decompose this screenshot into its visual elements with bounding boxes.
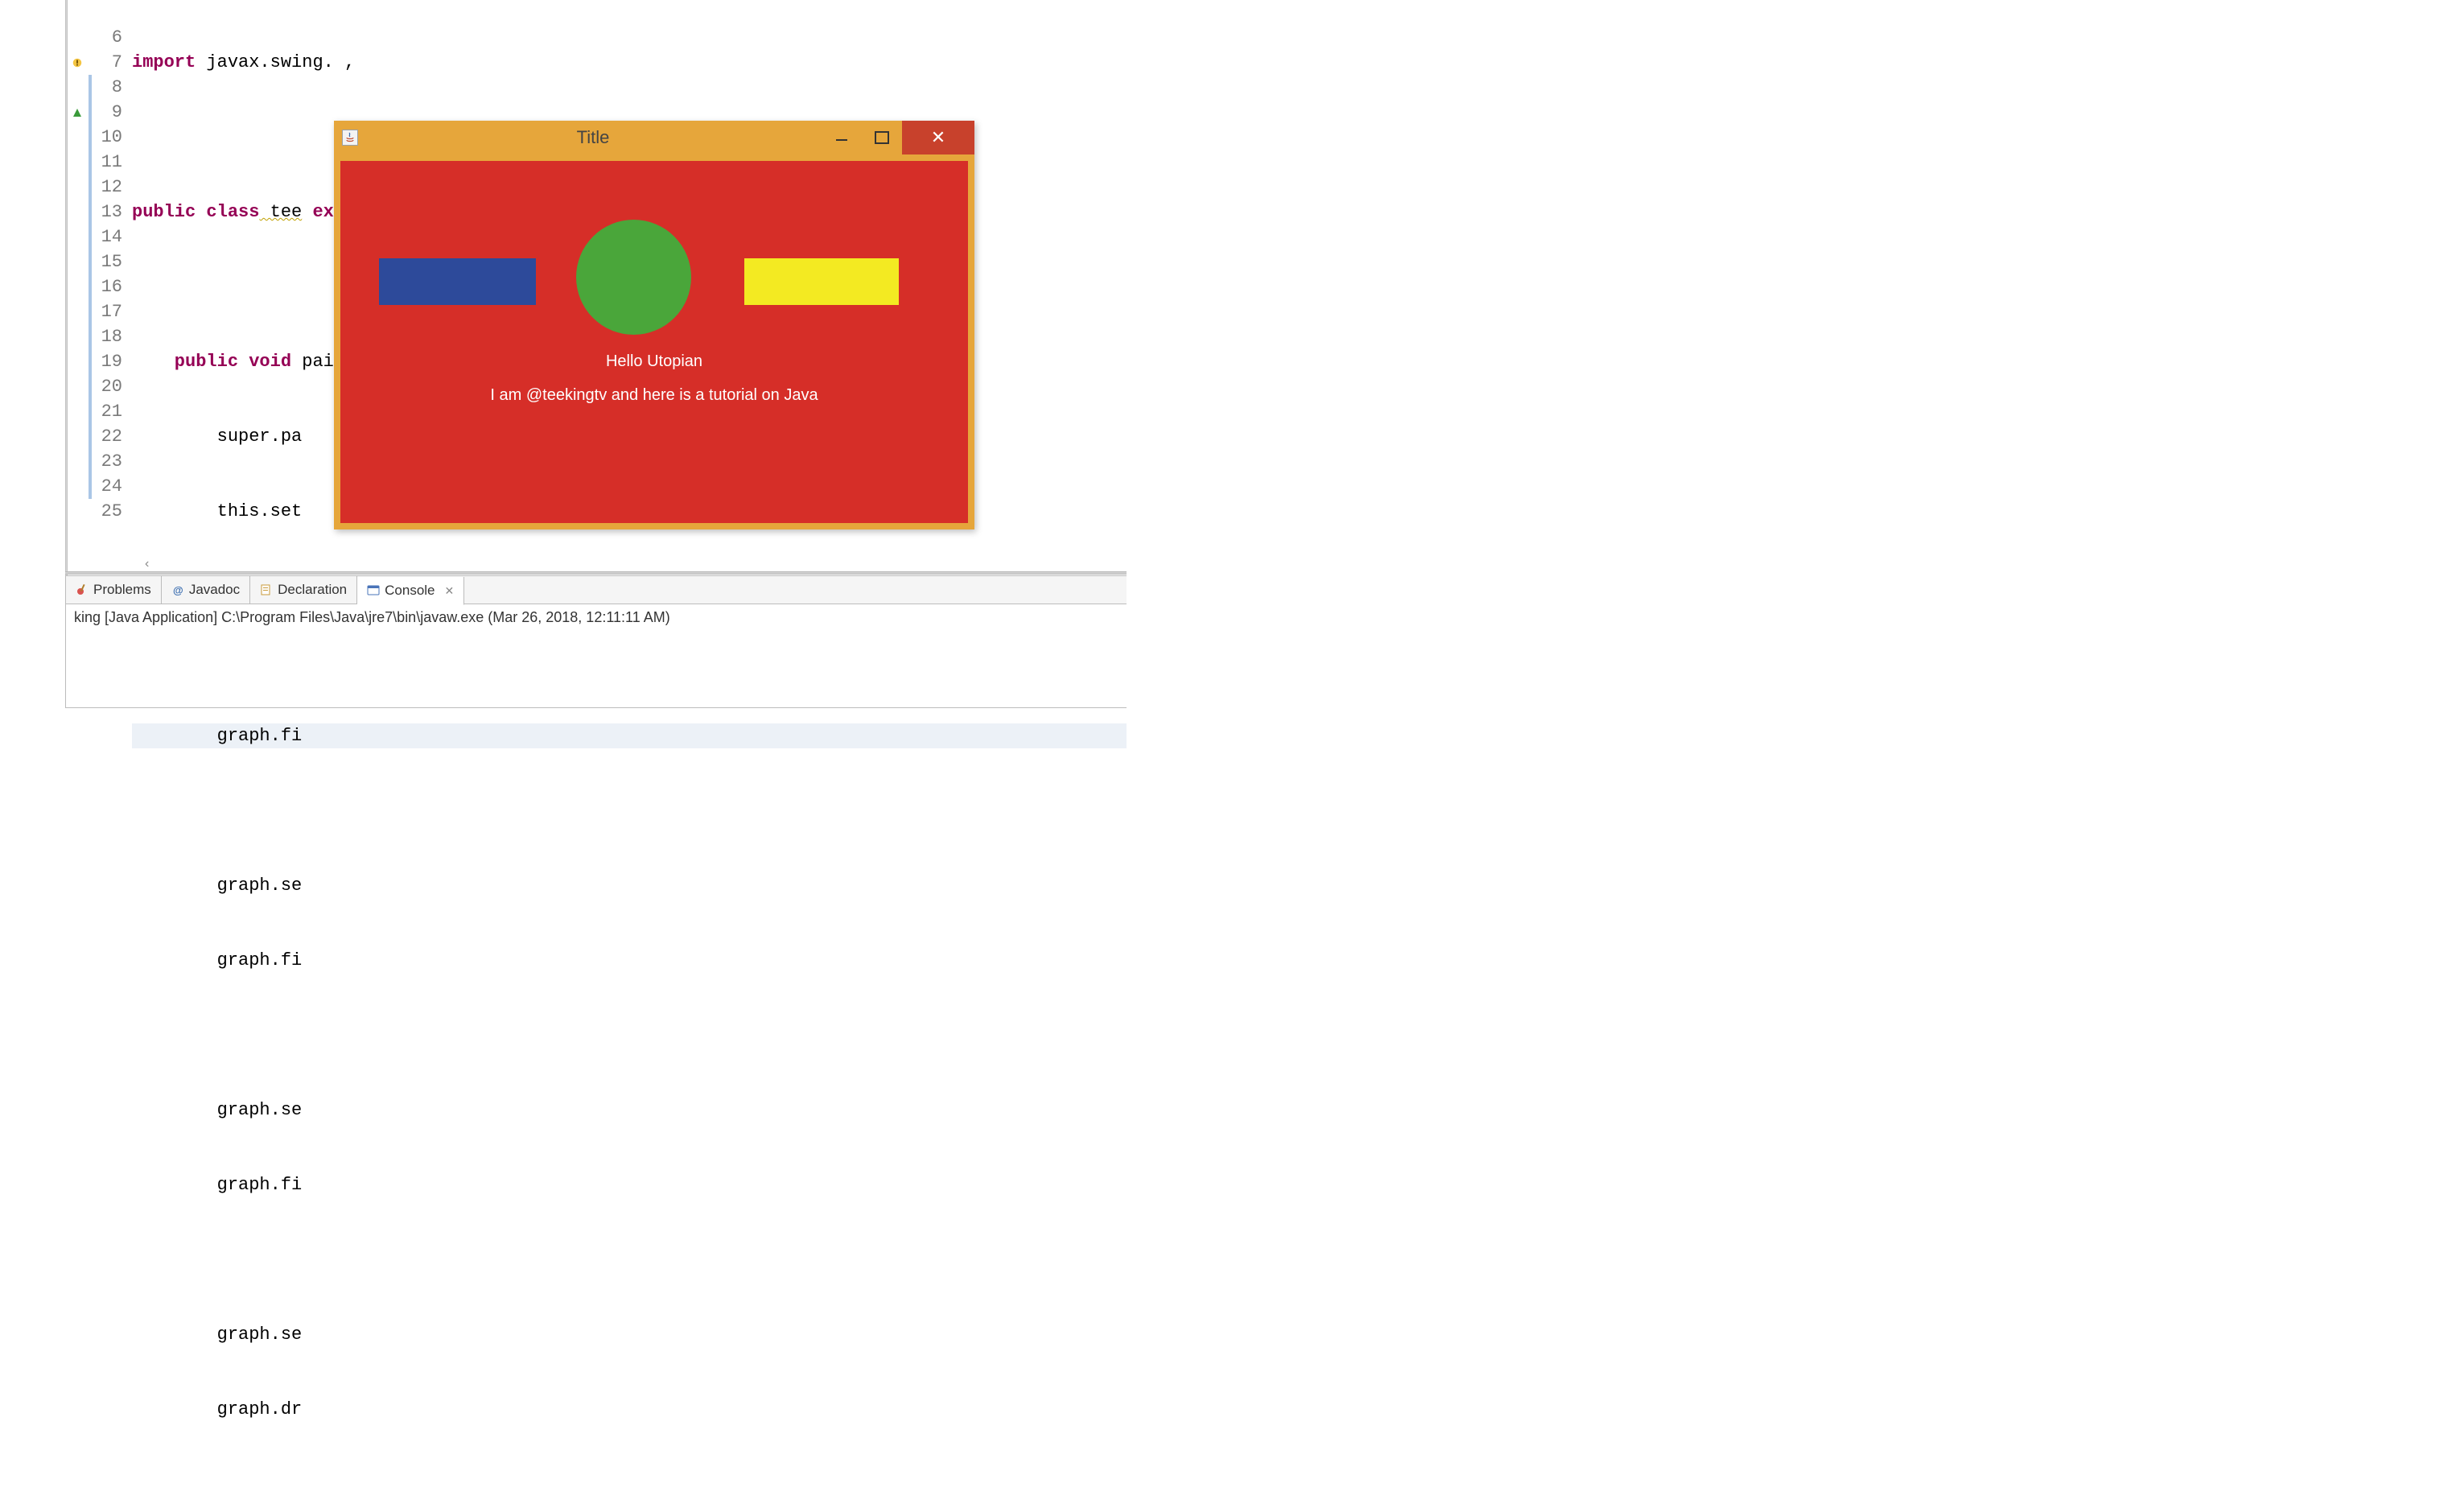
bottom-views-panel: Problems @ Javadoc Declaration Console ✕ xyxy=(65,575,1127,708)
horizontal-sash[interactable] xyxy=(65,571,1127,575)
line-numbers: 6 7 8 9 10 11 12 13 14 15 16 17 18 19 20… xyxy=(101,0,122,524)
code-line: graph.fi xyxy=(132,948,1127,973)
code-line: graph.se xyxy=(132,873,1127,898)
override-icon xyxy=(70,100,84,125)
minimize-button[interactable] xyxy=(822,121,862,154)
keyword-public: public xyxy=(132,202,196,222)
close-button[interactable]: ✕ xyxy=(902,121,974,154)
console-icon xyxy=(367,584,380,597)
tab-label: Problems xyxy=(93,582,151,598)
gutter-marker-column xyxy=(70,0,84,524)
horizontal-scroll-left-icon[interactable]: ‹ xyxy=(145,557,149,571)
class-name: tee xyxy=(259,202,302,222)
window-titlebar[interactable]: Title ✕ xyxy=(334,121,974,154)
swing-window[interactable]: Title ✕ Hello Utopian I am @teekingtv an… xyxy=(334,121,974,529)
green-circle-shape xyxy=(576,220,691,335)
keyword-void: void xyxy=(238,352,291,372)
maximize-button[interactable] xyxy=(862,121,902,154)
java-app-icon xyxy=(342,130,358,146)
blue-rectangle-shape xyxy=(379,258,536,305)
svg-text:@: @ xyxy=(173,584,183,596)
canvas-text-2: I am @teekingtv and here is a tutorial o… xyxy=(340,386,968,405)
code-text: javax.swing. , xyxy=(196,52,355,72)
code-line xyxy=(132,798,1127,823)
keyword-class: class xyxy=(196,202,259,222)
console-output[interactable]: king [Java Application] C:\Program Files… xyxy=(66,604,1127,631)
code-line xyxy=(132,1023,1127,1048)
yellow-rectangle-shape xyxy=(744,258,899,305)
javadoc-icon: @ xyxy=(171,583,184,596)
change-marker-bar xyxy=(89,75,92,499)
problems-icon xyxy=(76,583,89,596)
view-tabs: Problems @ Javadoc Declaration Console ✕ xyxy=(66,576,1127,604)
editor-gutter: 6 7 8 9 10 11 12 13 14 15 16 17 18 19 20… xyxy=(68,0,129,571)
close-icon[interactable]: ✕ xyxy=(445,584,455,598)
tab-console[interactable]: Console ✕ xyxy=(357,577,464,605)
tab-label: Declaration xyxy=(278,582,347,598)
tab-problems[interactable]: Problems xyxy=(66,576,162,604)
window-buttons: ✕ xyxy=(822,121,974,154)
warning-icon xyxy=(70,50,84,75)
ide-root: 6 7 8 9 10 11 12 13 14 15 16 17 18 19 20… xyxy=(0,0,1127,708)
code-line: graph.se xyxy=(132,1322,1127,1347)
declaration-icon xyxy=(260,583,273,596)
tab-javadoc[interactable]: @ Javadoc xyxy=(162,576,250,604)
code-line-current: graph.fi xyxy=(132,723,1127,748)
tab-declaration[interactable]: Declaration xyxy=(250,576,357,604)
keyword-import: import xyxy=(132,52,196,72)
tab-label: Console xyxy=(385,583,435,599)
code-line: graph.dr xyxy=(132,1397,1127,1422)
code-line: graph.se xyxy=(132,1098,1127,1123)
canvas-text-1: Hello Utopian xyxy=(340,352,968,371)
keyword-public: public xyxy=(132,352,238,372)
jpanel-canvas: Hello Utopian I am @teekingtv and here i… xyxy=(340,161,968,523)
code-line xyxy=(132,1247,1127,1272)
console-line: king [Java Application] C:\Program Files… xyxy=(74,609,1118,626)
swing-content-border: Hello Utopian I am @teekingtv and here i… xyxy=(334,154,974,529)
code-line xyxy=(132,1472,1127,1497)
tab-label: Javadoc xyxy=(189,582,240,598)
window-title: Title xyxy=(365,127,822,148)
code-line: graph.fi xyxy=(132,1172,1127,1197)
